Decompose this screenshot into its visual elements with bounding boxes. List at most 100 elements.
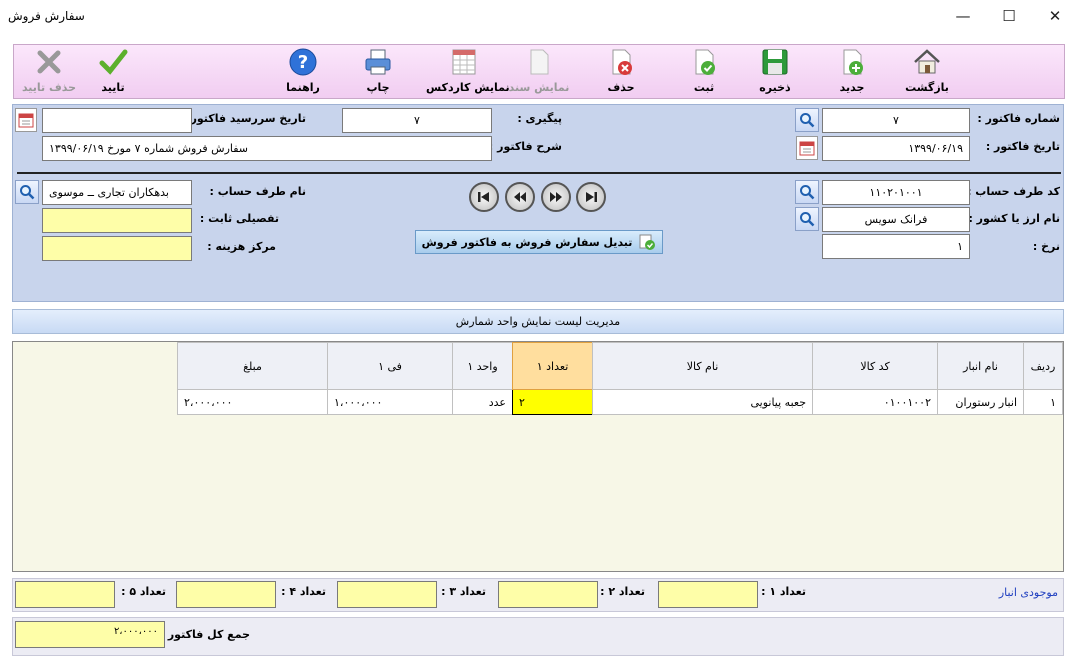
- account-code-label: کد طرف حساب :: [967, 185, 1060, 198]
- column-header-warehouse[interactable]: نام انبار: [937, 342, 1024, 390]
- total-label: جمع کل فاکتور :: [159, 628, 250, 641]
- account-code-search-button[interactable]: [795, 180, 819, 204]
- rate-field[interactable]: ۱: [822, 234, 970, 259]
- tracking-field[interactable]: ۷: [342, 108, 492, 133]
- rate-label: نرخ :: [1032, 240, 1060, 253]
- search-icon: [20, 185, 35, 200]
- minimize-button[interactable]: —: [940, 0, 986, 32]
- stock-q1-field[interactable]: [658, 581, 758, 608]
- due-date-calendar-button[interactable]: [15, 108, 37, 132]
- invoice-date-calendar-button[interactable]: [796, 136, 818, 160]
- column-header-item-name[interactable]: نام کالا: [592, 342, 813, 390]
- units-display-bar[interactable]: مدیریت لیست نمایش واحد شمارش: [12, 309, 1064, 334]
- printer-icon: [365, 49, 391, 75]
- toolbar: حذف تایید تایید ? راهنما چاپ نمایش کاردک…: [13, 44, 1065, 99]
- search-icon: [800, 185, 815, 200]
- nav-first-button[interactable]: [576, 182, 606, 212]
- save-button[interactable]: ذخیره: [740, 47, 810, 99]
- detail-label: تفصیلی ثابت :: [199, 212, 279, 225]
- table-row[interactable]: ۱ انبار رستوران ۰۱۰۰۱۰۰۲ جعبه پیانویی ۲ …: [177, 389, 1063, 415]
- due-date-field[interactable]: [42, 108, 192, 133]
- stock-q3-label: تعداد ۳ :: [441, 585, 486, 598]
- help-button[interactable]: ? راهنما: [268, 47, 338, 99]
- cost-center-label: مرکز هزینه :: [207, 240, 276, 253]
- x-icon: [37, 50, 61, 74]
- description-field[interactable]: سفارش فروش شماره ۷ مورخ ۱۳۹۹/۰۶/۱۹: [42, 136, 492, 161]
- calendar-icon: [799, 141, 815, 156]
- search-icon: [800, 212, 815, 227]
- column-header-amount[interactable]: مبلغ: [177, 342, 328, 390]
- convert-document-icon: [639, 234, 656, 250]
- document-icon: [530, 49, 549, 75]
- convert-to-invoice-button[interactable]: تبدیل سفارش فروش به فاکتور فروش: [415, 230, 663, 254]
- cell-item-code[interactable]: ۰۱۰۰۱۰۰۲: [812, 389, 938, 415]
- units-display-label: مدیریت لیست نمایش واحد شمارش: [455, 315, 621, 328]
- column-header-row-number[interactable]: ردیف: [1023, 342, 1063, 390]
- description-label: شرح فاکتور :: [488, 140, 562, 153]
- cell-warehouse[interactable]: انبار رستوران: [937, 389, 1024, 415]
- invoice-number-field[interactable]: ۷: [822, 108, 970, 133]
- cell-quantity1[interactable]: ۲: [512, 389, 593, 415]
- column-header-unit-price[interactable]: فی ۱: [327, 342, 453, 390]
- column-header-item-code[interactable]: کد کالا: [812, 342, 938, 390]
- home-icon: [914, 49, 940, 74]
- skip-to-start-icon: [478, 192, 489, 202]
- maximize-button[interactable]: ☐: [986, 0, 1032, 32]
- floppy-icon: [762, 49, 788, 75]
- cost-center-field[interactable]: [42, 236, 192, 261]
- stock-q5-field[interactable]: [15, 581, 115, 608]
- tracking-label: پیگیری :: [517, 112, 562, 125]
- grid-icon: [452, 49, 476, 75]
- delete-confirm-button[interactable]: حذف تایید: [14, 47, 84, 99]
- column-header-unit1[interactable]: واحد ۱: [452, 342, 513, 390]
- currency-field[interactable]: فرانک سویس: [822, 207, 970, 232]
- stock-q3-field[interactable]: [337, 581, 437, 608]
- confirm-button[interactable]: تایید: [78, 47, 148, 99]
- table-header-row: ردیف نام انبار کد کالا نام کالا تعداد ۱ …: [177, 342, 1063, 390]
- invoice-date-field[interactable]: ۱۳۹۹/۰۶/۱۹: [822, 136, 970, 161]
- account-name-search-button[interactable]: [15, 180, 39, 204]
- skip-to-end-icon: [586, 192, 597, 202]
- nav-previous-button[interactable]: [541, 182, 571, 212]
- register-button[interactable]: ثبت: [669, 47, 739, 99]
- cell-unit1[interactable]: عدد: [452, 389, 513, 415]
- stock-q2-label: تعداد ۲ :: [600, 585, 645, 598]
- new-document-icon: [843, 49, 863, 75]
- approve-document-icon: [695, 49, 715, 75]
- new-button[interactable]: جدید: [817, 47, 887, 99]
- cell-amount[interactable]: ۲،۰۰۰،۰۰۰: [177, 389, 328, 415]
- help-icon: ?: [289, 48, 317, 76]
- back-button[interactable]: بازگشت: [892, 47, 962, 99]
- checkmark-icon: [99, 49, 128, 75]
- print-button[interactable]: چاپ: [343, 47, 413, 99]
- window-title: سفارش فروش: [8, 9, 85, 23]
- stock-q4-field[interactable]: [176, 581, 276, 608]
- convert-button-label: تبدیل سفارش فروش به فاکتور فروش: [421, 235, 633, 249]
- stock-q2-field[interactable]: [498, 581, 598, 608]
- nav-next-button[interactable]: [505, 182, 535, 212]
- account-name-field[interactable]: بدهکاران تجاری ــ موسوی: [42, 180, 192, 205]
- svg-text:?: ?: [298, 52, 308, 73]
- account-code-field[interactable]: ۱۱۰۲۰۱۰۰۱: [822, 180, 970, 205]
- stock-label[interactable]: موجودی انبار: [999, 586, 1058, 599]
- stock-q1-label: تعداد ۱ :: [761, 585, 806, 598]
- show-document-button[interactable]: نمایش سند: [504, 47, 574, 99]
- title-bar: سفارش فروش — ☐ ✕: [0, 0, 1076, 32]
- cell-row-number[interactable]: ۱: [1023, 389, 1063, 415]
- items-grid: ردیف نام انبار کد کالا نام کالا تعداد ۱ …: [12, 341, 1064, 572]
- delete-document-icon: [612, 49, 632, 75]
- currency-search-button[interactable]: [795, 207, 819, 231]
- delete-button[interactable]: حذف: [586, 47, 656, 99]
- close-button[interactable]: ✕: [1032, 0, 1076, 32]
- calendar-icon: [18, 113, 34, 128]
- detail-field[interactable]: [42, 208, 192, 233]
- currency-label: نام ارز یا کشور :: [968, 212, 1060, 225]
- cell-item-name[interactable]: جعبه پیانویی: [592, 389, 813, 415]
- total-field[interactable]: ۲،۰۰۰،۰۰۰: [15, 621, 165, 648]
- invoice-search-button[interactable]: [795, 108, 819, 132]
- column-header-quantity1[interactable]: تعداد ۱: [512, 342, 593, 390]
- invoice-number-label: شماره فاکتور :: [977, 112, 1060, 125]
- nav-last-button[interactable]: [469, 182, 499, 212]
- cell-unit-price[interactable]: ۱،۰۰۰،۰۰۰: [327, 389, 453, 415]
- show-cardex-button[interactable]: نمایش کاردکس: [426, 47, 510, 99]
